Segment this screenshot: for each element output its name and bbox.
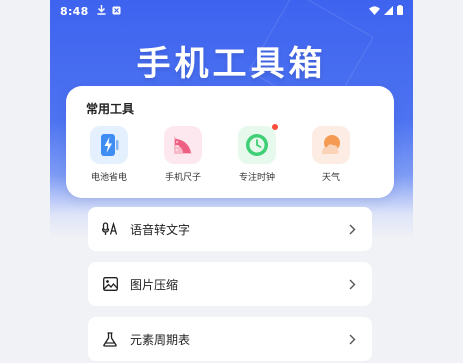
flask-icon xyxy=(102,331,118,347)
list-item-label: 图片压缩 xyxy=(130,277,179,292)
tool-label: 专注时钟 xyxy=(238,173,275,183)
battery-bolt-icon xyxy=(90,126,128,164)
signal-icon xyxy=(384,5,393,18)
tool-label: 天气 xyxy=(321,173,340,183)
chevron-right-icon xyxy=(346,333,358,345)
tool-focus-clock[interactable]: 专注时钟 xyxy=(220,124,294,183)
app-screen: 8:48 手机工具箱 常用工具 电池省电 手机尺子 专注时钟 天气 语音转文字 … xyxy=(50,0,413,363)
tool-battery-saver[interactable]: 电池省电 xyxy=(72,126,146,183)
weather-sun-cloud-icon xyxy=(312,126,350,164)
chevron-right-icon xyxy=(346,223,358,235)
common-tools-grid: 电池省电 手机尺子 专注时钟 天气 xyxy=(72,124,392,183)
download-icon xyxy=(97,4,106,18)
list-item-image-compress[interactable]: 图片压缩 xyxy=(88,262,372,306)
chevron-right-icon xyxy=(346,278,358,290)
common-tools-card: 常用工具 电池省电 手机尺子 专注时钟 天气 xyxy=(66,86,394,198)
image-icon xyxy=(102,276,118,292)
status-bar: 8:48 xyxy=(50,0,413,22)
page-title: 手机工具箱 xyxy=(136,44,327,84)
list-item-periodic-table[interactable]: 元素周期表 xyxy=(88,317,372,361)
common-tools-title: 常用工具 xyxy=(86,102,135,116)
tool-weather[interactable]: 天气 xyxy=(294,126,368,183)
wifi-icon xyxy=(369,5,380,18)
voice-text-icon xyxy=(102,221,118,237)
list-item-voice-to-text[interactable]: 语音转文字 xyxy=(88,207,372,251)
clock-icon xyxy=(238,124,278,164)
list-item-label: 元素周期表 xyxy=(130,332,191,347)
tool-label: 电池省电 xyxy=(90,173,127,183)
notification-badge xyxy=(272,124,278,130)
app-notification-icon xyxy=(112,5,121,18)
battery-icon xyxy=(397,4,403,18)
tool-label: 手机尺子 xyxy=(164,173,201,183)
tool-phone-ruler[interactable]: 手机尺子 xyxy=(146,126,220,183)
status-time: 8:48 xyxy=(60,4,89,18)
ruler-protractor-icon xyxy=(164,126,202,164)
list-item-label: 语音转文字 xyxy=(130,222,191,237)
